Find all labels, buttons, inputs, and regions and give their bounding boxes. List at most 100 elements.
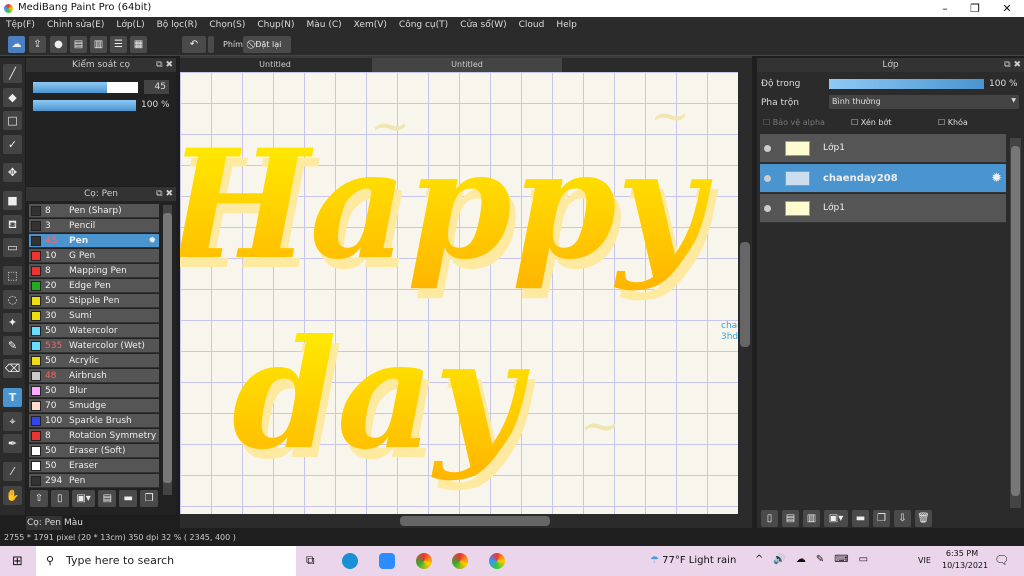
language-indicator[interactable]: VIE xyxy=(918,556,931,565)
list-icon[interactable]: ☰ xyxy=(110,36,127,53)
duplicate-layer-icon[interactable]: ❐ xyxy=(873,510,890,527)
bucket-tool-icon[interactable]: ⛾ xyxy=(3,215,22,234)
shape-tool-icon[interactable]: □ xyxy=(3,111,22,130)
lasso-icon[interactable]: ◌ xyxy=(3,290,22,309)
chrome-icon[interactable] xyxy=(416,553,432,569)
folder-icon[interactable]: ▬ xyxy=(852,510,869,527)
brush-item[interactable]: 48 Airbrush xyxy=(29,369,159,383)
chrome-icon[interactable] xyxy=(452,553,468,569)
fill-rect-tool-icon[interactable]: ■ xyxy=(3,191,22,210)
tab-untitled-1[interactable]: Untitled xyxy=(180,58,370,72)
brush-scrollbar[interactable] xyxy=(163,205,172,495)
layer-row[interactable]: Lớp1 xyxy=(760,194,1006,223)
brush-item[interactable]: 8 Rotation Symmetry Pen xyxy=(29,429,159,443)
gear-icon[interactable]: ✹ xyxy=(148,234,156,248)
clock[interactable]: 6:35 PM 10/13/2021 xyxy=(942,549,988,570)
menu-window[interactable]: Cửa sổ(W) xyxy=(454,17,512,33)
eraser-tool-icon[interactable]: ◆ xyxy=(3,88,22,107)
system-tray-icons[interactable]: ^🔊☁✎⌨▭ xyxy=(755,554,878,565)
brush-item[interactable]: 10 G Pen xyxy=(29,249,159,263)
duplicate-icon[interactable]: ❐ xyxy=(140,490,159,507)
magic-wand-icon[interactable]: ✦ xyxy=(3,313,22,332)
weather[interactable]: ☂ 77°F Light rain xyxy=(650,555,736,566)
brush-item[interactable]: 50 Eraser xyxy=(29,459,159,473)
delete-layer-icon[interactable]: 🗑 xyxy=(915,510,932,527)
clipping-checkbox[interactable]: ☐ Xén bớt xyxy=(851,118,891,127)
brush-item[interactable]: 535 Watercolor (Wet) xyxy=(29,339,159,353)
tab-brush[interactable]: Cọ: Pen xyxy=(26,516,62,530)
brush-item[interactable]: 294 Pen xyxy=(29,474,159,488)
menu-filter[interactable]: Bộ lọc(R) xyxy=(151,17,204,33)
visibility-icon[interactable] xyxy=(764,205,771,212)
line-tool-icon[interactable]: ✓ xyxy=(3,135,22,154)
hand-tool-icon[interactable]: ✋ xyxy=(3,486,22,505)
new-8bit-layer-icon[interactable]: ▥ xyxy=(803,510,820,527)
dropper-tool-icon[interactable]: ✒ xyxy=(3,434,22,453)
new-brush-icon[interactable]: ▯ xyxy=(50,490,69,507)
move-tool-icon[interactable]: ✥ xyxy=(3,163,22,182)
menu-edit[interactable]: Chỉnh sửa(E) xyxy=(41,17,110,33)
add-layer-dropdown-icon[interactable]: ▣▾ xyxy=(824,510,848,527)
eyedropper-icon[interactable]: ⁄ xyxy=(3,462,22,481)
taskbar-search[interactable]: ⚲ Type here to search xyxy=(36,546,296,576)
menu-select[interactable]: Chọn(S) xyxy=(203,17,251,33)
layer-row-selected[interactable]: chaenday208 ✹ xyxy=(760,164,1006,193)
brush-item[interactable]: 50 Acrylic xyxy=(29,354,159,368)
close-panel-icon[interactable]: ⧉ ✖ xyxy=(156,58,173,72)
visibility-icon[interactable] xyxy=(764,145,771,152)
message-icon[interactable]: ▤ xyxy=(70,36,87,53)
menu-tools[interactable]: Công cụ(T) xyxy=(393,17,454,33)
tab-color[interactable]: Màu xyxy=(64,516,83,530)
maximize-button[interactable]: ❐ xyxy=(960,0,990,17)
brush-item[interactable]: 50 Stipple Pen xyxy=(29,294,159,308)
windows-start-icon[interactable]: ⊞ xyxy=(12,554,23,569)
brush-item[interactable]: 50 Watercolor xyxy=(29,324,159,338)
gradient-tool-icon[interactable]: ▭ xyxy=(3,238,22,257)
close-button[interactable]: ✕ xyxy=(992,0,1022,17)
tab-untitled-2[interactable]: Untitled xyxy=(372,58,562,72)
zoom-icon[interactable] xyxy=(379,553,395,569)
menu-color[interactable]: Màu (C) xyxy=(301,17,348,33)
size-slider[interactable] xyxy=(33,82,138,93)
layer-row[interactable]: Lớp1 xyxy=(760,134,1006,163)
brush-item[interactable]: 50 Eraser (Soft) xyxy=(29,444,159,458)
select-rect-icon[interactable]: ⬚ xyxy=(3,266,22,285)
brush-item[interactable]: 30 Sumi xyxy=(29,309,159,323)
opacity-slider[interactable] xyxy=(33,100,136,111)
protect-alpha-checkbox[interactable]: ☐ Bảo vệ alpha xyxy=(763,118,825,127)
brush-settings-icon[interactable]: ▤ xyxy=(98,490,117,507)
blend-select[interactable]: Bình thường ▼ xyxy=(829,95,1019,109)
visibility-icon[interactable] xyxy=(764,175,771,182)
select-eraser-icon[interactable]: ⌫ xyxy=(3,359,22,378)
brush-item[interactable]: 70 Smudge xyxy=(29,399,159,413)
new-layer-icon[interactable]: ▯ xyxy=(761,510,778,527)
vertical-scrollbar[interactable] xyxy=(738,72,752,514)
brush-item[interactable]: 3 Pencil xyxy=(29,219,159,233)
lock-checkbox[interactable]: ☐ Khóa xyxy=(938,118,968,127)
merge-down-icon[interactable]: ⇩ xyxy=(894,510,911,527)
menu-view[interactable]: Xem(V) xyxy=(348,17,393,33)
brush-tool-icon[interactable]: ╱ xyxy=(3,64,22,83)
brush-item[interactable]: 45 Pen ✹ xyxy=(29,234,159,248)
brush-item[interactable]: 20 Edge Pen xyxy=(29,279,159,293)
undo-button[interactable]: ↶ xyxy=(182,36,206,53)
close-panel-icon[interactable]: ⧉ ✖ xyxy=(1004,58,1021,72)
folder-icon[interactable]: ▬ xyxy=(119,490,138,507)
select-pen-icon[interactable]: ✎ xyxy=(3,336,22,355)
brush-item[interactable]: 100 Sparkle Brush xyxy=(29,414,159,428)
menu-layer[interactable]: Lớp(L) xyxy=(110,17,150,33)
brush-item[interactable]: 8 Pen (Sharp) xyxy=(29,204,159,218)
task-view-icon[interactable]: ⧉ xyxy=(306,553,315,568)
brush-item[interactable]: 8 Mapping Pen xyxy=(29,264,159,278)
menu-help[interactable]: Help xyxy=(550,17,583,33)
new-halftone-layer-icon[interactable]: ▤ xyxy=(782,510,799,527)
layers-scrollbar[interactable] xyxy=(1010,138,1021,508)
add-brush-dropdown-icon[interactable]: ▣▾ xyxy=(71,490,96,507)
menu-snap[interactable]: Chụp(N) xyxy=(251,17,300,33)
menu-file[interactable]: Tệp(F) xyxy=(0,17,41,33)
horizontal-scrollbar[interactable] xyxy=(180,514,752,528)
reset-button[interactable]: ⃠ Đặt lại xyxy=(243,36,291,53)
cloud-icon[interactable]: ☁ xyxy=(8,36,25,53)
page-icon[interactable]: ▥ xyxy=(90,36,107,53)
notification-icon[interactable]: 🗨 xyxy=(994,553,1009,567)
